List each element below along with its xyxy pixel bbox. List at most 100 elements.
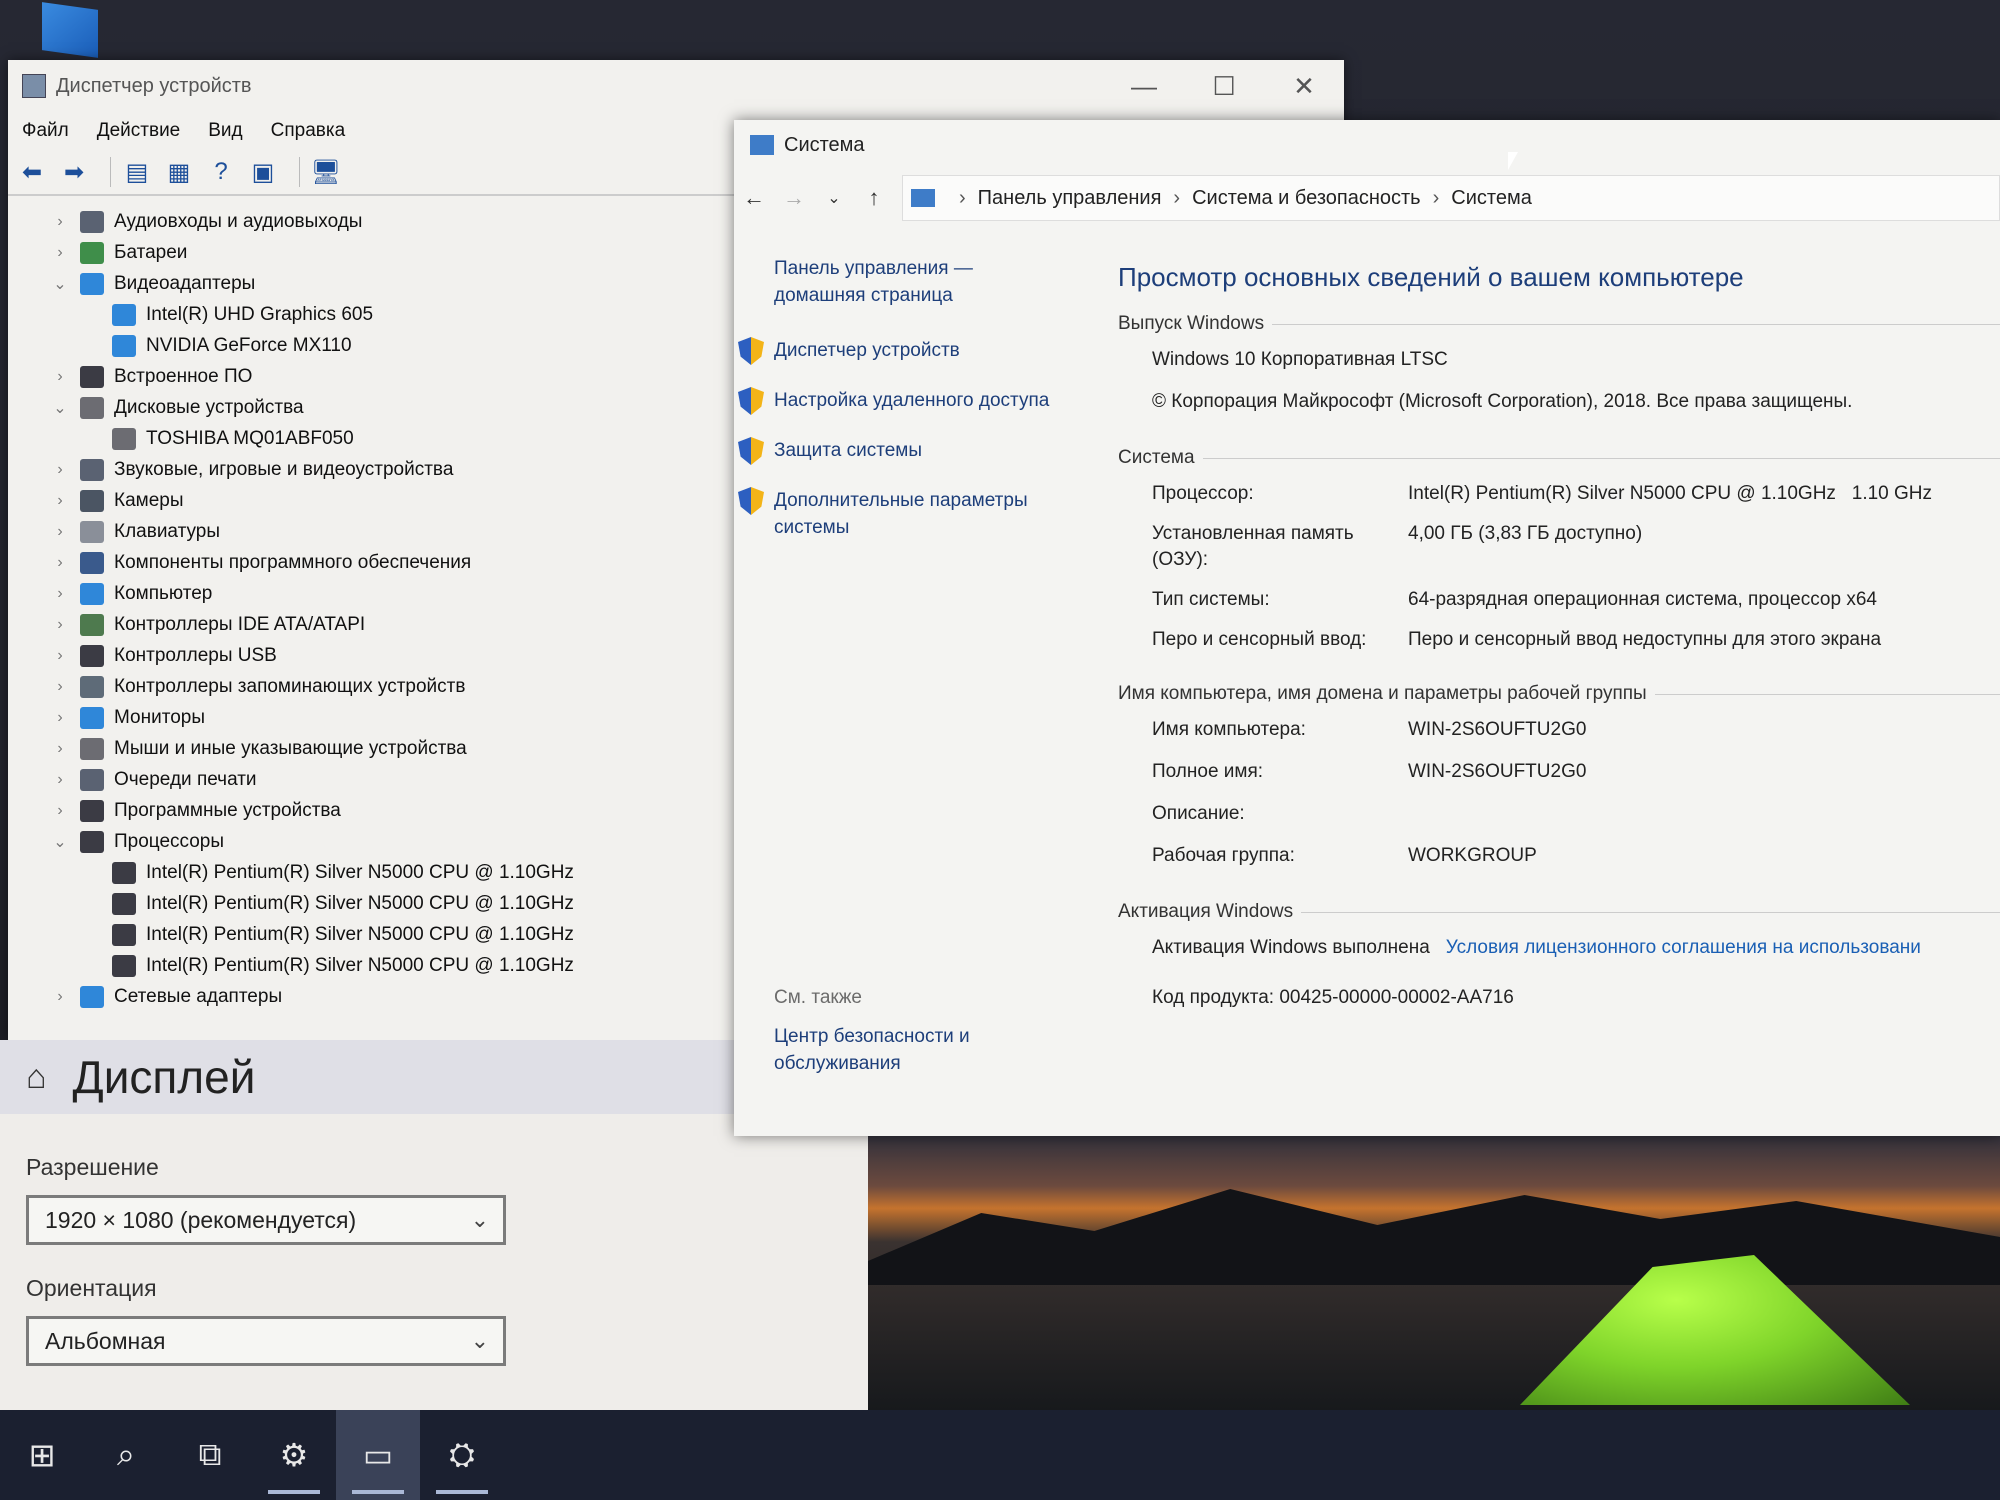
- device-label: Процессоры: [114, 830, 225, 852]
- chevron-down-icon[interactable]: ⌄: [50, 398, 70, 418]
- chevron-right-icon[interactable]: ›: [50, 740, 70, 758]
- chevron-down-icon[interactable]: ⌄: [50, 274, 70, 294]
- full-name-row: Полное имя: WIN-2S6OUFTU2G0: [1152, 759, 2000, 785]
- forward-arrow-icon[interactable]: ➡: [58, 157, 90, 187]
- processor-icon: [112, 892, 136, 915]
- computer-icon: [80, 582, 104, 605]
- chevron-right-icon[interactable]: ›: [50, 244, 70, 262]
- scan-hardware-icon[interactable]: 🖥: [310, 157, 342, 187]
- properties-icon[interactable]: ▦: [163, 157, 195, 187]
- device-manager-link[interactable]: Диспетчер устройств: [738, 337, 1064, 365]
- taskbar: ⊞ ⌕ ⧉ ⚙ ▭ ⛭: [0, 1410, 2000, 1500]
- device-manager-icon: [22, 74, 46, 98]
- section-divider: [1202, 457, 2000, 459]
- device-label: Встроенное ПО: [114, 365, 253, 387]
- chevron-right-icon[interactable]: ›: [50, 678, 70, 696]
- printer-icon: [80, 768, 104, 791]
- system-icon[interactable]: ▭: [336, 1410, 420, 1500]
- task-view-icon[interactable]: ⧉: [168, 1410, 252, 1500]
- computer-name-value: WIN-2S6OUFTU2G0: [1408, 719, 1587, 740]
- device-label: Контроллеры IDE ATA/ATAPI: [114, 613, 366, 635]
- device-label: Мыши и иные указывающие устройства: [114, 737, 467, 759]
- settings-icon[interactable]: ⚙: [252, 1410, 336, 1500]
- minimize-button[interactable]: —: [1104, 60, 1184, 112]
- breadcrumb-control-panel[interactable]: Панель управления: [978, 187, 1162, 210]
- breadcrumb-separator: ›: [1173, 186, 1181, 209]
- chevron-right-icon[interactable]: ›: [50, 523, 70, 541]
- device-label: Аудиовходы и аудиовыходы: [114, 210, 363, 232]
- system-protection-link[interactable]: Защита системы: [738, 437, 1064, 465]
- breadcrumb-system[interactable]: Система: [1451, 187, 1532, 210]
- product-id: Код продукта: 00425-00000-00002-AA716: [1152, 987, 1514, 1008]
- page-title: Просмотр основных сведений о вашем компь…: [1118, 262, 1744, 292]
- menu-file[interactable]: Файл: [22, 120, 69, 142]
- desktop-app-icon[interactable]: [42, 2, 98, 58]
- search-icon[interactable]: ⌕: [84, 1410, 168, 1500]
- menu-help[interactable]: Справка: [271, 120, 346, 142]
- chevron-down-icon: ⌄: [470, 1207, 489, 1232]
- action-pane-icon[interactable]: ▣: [247, 157, 279, 187]
- processor-label: Процессор:: [1152, 483, 1254, 504]
- chevron-right-icon[interactable]: ›: [50, 802, 70, 820]
- chevron-right-icon[interactable]: ›: [50, 709, 70, 727]
- device-manager-icon[interactable]: ⛭: [420, 1410, 504, 1500]
- display-title: Дисплей: [72, 1051, 256, 1103]
- orientation-dropdown[interactable]: Альбомная ⌄: [26, 1316, 506, 1366]
- battery-icon: [80, 241, 104, 264]
- chevron-right-icon[interactable]: ›: [50, 616, 70, 634]
- breadcrumb-security[interactable]: Система и безопасность: [1192, 187, 1421, 210]
- start-icon[interactable]: ⊞: [0, 1410, 84, 1500]
- chevron-right-icon[interactable]: ›: [50, 492, 70, 510]
- security-center-link[interactable]: Центр безопасности и обслуживания: [774, 1023, 1064, 1077]
- menu-action[interactable]: Действие: [97, 120, 181, 142]
- menu-view[interactable]: Вид: [208, 120, 242, 142]
- section-divider: [1654, 693, 2000, 695]
- speaker-icon: [80, 210, 104, 233]
- back-arrow-icon[interactable]: ⬅: [16, 157, 48, 187]
- chevron-right-icon[interactable]: ›: [50, 988, 70, 1006]
- chevron-right-icon[interactable]: ›: [50, 461, 70, 479]
- network-adapter-icon: [80, 985, 104, 1008]
- software-device-icon: [80, 799, 104, 822]
- system-section: Система: [1118, 447, 2000, 469]
- help-icon[interactable]: ?: [205, 157, 237, 187]
- chevron-right-icon[interactable]: ›: [50, 213, 70, 231]
- chevron-right-icon[interactable]: ›: [50, 585, 70, 603]
- address-bar: ← → ⌄ ↑ › Панель управления › Система и …: [734, 170, 2000, 226]
- chevron-right-icon[interactable]: ›: [50, 554, 70, 572]
- breadcrumb[interactable]: › Панель управления › Система и безопасн…: [902, 175, 2000, 221]
- chevron-right-icon[interactable]: ›: [50, 647, 70, 665]
- advanced-settings-link[interactable]: Дополнительные параметры системы: [738, 487, 1064, 541]
- chevron-right-icon[interactable]: ›: [50, 771, 70, 789]
- pen-touch-value: Перо и сенсорный ввод недоступны для это…: [1408, 629, 1882, 650]
- recent-locations-icon[interactable]: ⌄: [814, 188, 854, 208]
- activation-status: Активация Windows выполнена: [1152, 937, 1430, 958]
- processor-row: Процессор: Intel(R) Pentium(R) Silver N5…: [1152, 481, 2000, 507]
- memory-value: 4,00 ГБ (3,83 ГБ доступно): [1408, 523, 1643, 544]
- close-button[interactable]: ✕: [1264, 60, 1344, 112]
- resolution-dropdown[interactable]: 1920 × 1080 (рекомендуется) ⌄: [26, 1195, 506, 1245]
- forward-arrow-icon[interactable]: →: [774, 185, 814, 211]
- chevron-right-icon[interactable]: ›: [50, 368, 70, 386]
- control-panel-home-link[interactable]: Панель управления — домашняя страница: [774, 255, 1064, 309]
- pen-touch-row: Перо и сенсорный ввод: Перо и сенсорный …: [1152, 627, 2000, 653]
- section-divider: [1272, 323, 2000, 325]
- remote-settings-link[interactable]: Настройка удаленного доступа: [738, 387, 1064, 415]
- processor-icon: [112, 861, 136, 884]
- show-hide-console-tree-icon[interactable]: ▤: [121, 157, 153, 187]
- advanced-settings-link-label: Дополнительные параметры системы: [774, 490, 1028, 538]
- chevron-down-icon[interactable]: ⌄: [50, 832, 70, 852]
- copyright-text: © Корпорация Майкрософт (Microsoft Corpo…: [1152, 391, 1853, 412]
- device-label: Звуковые, игровые и видеоустройства: [114, 458, 454, 480]
- mouse-icon: [80, 737, 104, 760]
- license-terms-link[interactable]: Условия лицензионного соглашения на испо…: [1446, 935, 1921, 961]
- back-arrow-icon[interactable]: ←: [734, 185, 774, 211]
- computer-name-header: Имя компьютера, имя домена и параметры р…: [1118, 683, 1647, 704]
- maximize-button[interactable]: ☐: [1184, 60, 1264, 112]
- up-arrow-icon[interactable]: ↑: [854, 185, 894, 211]
- home-icon[interactable]: ⌂: [26, 1058, 47, 1097]
- device-label: Контроллеры запоминающих устройств: [114, 675, 466, 697]
- device-label: Intel(R) UHD Graphics 605: [146, 303, 374, 325]
- see-also-label: См. также: [774, 987, 862, 1008]
